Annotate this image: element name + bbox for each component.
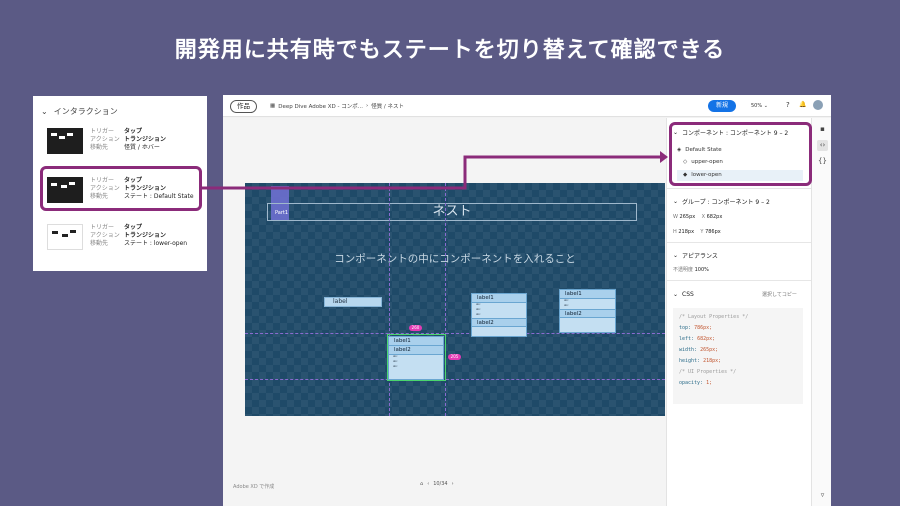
guide-line [245, 379, 665, 380]
interaction-heading[interactable]: ⌄ インタラクション [41, 106, 118, 117]
zoom-select[interactable]: 50% ⌄ [751, 103, 768, 109]
comment-icon[interactable]: ▪ [817, 124, 828, 135]
group-section-title[interactable]: ⌄ グループ : コンポーネント 9 – 2 [673, 197, 770, 206]
size-row: W 265px X 682px [673, 214, 723, 220]
guide-line [445, 183, 446, 416]
breadcrumb: ▦ Deep Dive Adobe XD - コンポ... › 怪質 / ネスト [270, 103, 405, 110]
chevron-down-icon: ⌄ [41, 107, 48, 116]
help-icon[interactable]: ? [786, 101, 790, 109]
label-component[interactable]: label [324, 297, 382, 307]
css-code-block[interactable]: /* Layout Properties */ top: 786px; left… [673, 308, 803, 404]
artboard-nest[interactable]: ネスト Part1 コンポーネントの中にコンポーネントを入れること label … [245, 183, 665, 416]
guide-line [389, 183, 390, 416]
avatar[interactable] [813, 100, 823, 110]
code-icon[interactable]: ‹› [817, 140, 828, 151]
slide-title: 開発用に共有時でもステートを切り替えて確認できる [174, 38, 726, 63]
part-label: Part1 [275, 210, 289, 216]
position-row: H 218px Y 786px [673, 229, 721, 235]
top-toolbar: 作品 ▦ Deep Dive Adobe XD - コンポ... › 怪質 / … [223, 95, 831, 117]
next-page-button[interactable]: › [452, 481, 454, 487]
page-counter: 10/34 [433, 481, 448, 487]
x-value: 682px [706, 214, 723, 220]
filter-icon[interactable]: ▿ [817, 490, 828, 501]
inspector-rail: ▪ ‹› {} ▿ [811, 118, 831, 506]
highlight-frame-states [669, 122, 812, 186]
interaction-item-1[interactable]: トリガー アクション 移動先 タップ トランジション 怪質 / ホバー [47, 128, 207, 168]
prev-page-button[interactable]: ‹ [427, 481, 429, 487]
interaction-thumbnail [47, 224, 83, 250]
appearance-section-title[interactable]: ⌄ アピアランス [673, 251, 718, 260]
chevron-down-icon: ⌄ [673, 291, 679, 298]
artboard-title: ネスト [267, 203, 637, 221]
selection-outline [387, 334, 446, 381]
height-value: 218px [678, 229, 695, 235]
css-section-title[interactable]: ⌄ CSS [673, 291, 694, 298]
bell-icon[interactable]: 🔔 [799, 101, 806, 108]
chevron-down-icon: ⌄ [673, 198, 679, 205]
home-icon[interactable]: ⌂ [420, 481, 423, 487]
grid-icon[interactable]: ▦ [270, 103, 275, 109]
prototype-canvas: ネスト Part1 コンポーネントの中にコンポーネントを入れること label … [223, 118, 666, 506]
measure-badge: 205 [448, 354, 461, 360]
home-button[interactable]: 作品 [230, 100, 257, 113]
width-value: 265px [679, 214, 696, 220]
made-with-adobe-xd: Adobe XD で作成 [233, 484, 275, 490]
artboard-subtitle: コンポーネントの中にコンポーネントを入れること [334, 253, 576, 265]
y-value: 786px [705, 229, 721, 235]
measure-badge: 260 [409, 325, 422, 331]
page-navigation: ⌂ ‹ 10/34 › [420, 481, 454, 487]
opacity-value: 100% [694, 267, 709, 273]
chevron-right-icon: › [365, 103, 369, 109]
dropdown-component[interactable]: label1 abc abc label2 [559, 289, 616, 333]
highlight-frame-interaction [40, 166, 202, 211]
interaction-thumbnail [47, 128, 83, 154]
chevron-down-icon: ⌄ [673, 252, 679, 259]
braces-icon[interactable]: {} [817, 156, 828, 167]
interaction-item-3[interactable]: トリガー アクション 移動先 タップ トランジション ステート : lower-… [47, 224, 207, 264]
guide-line [245, 333, 665, 334]
opacity-row: 不透明度 100% [673, 267, 709, 273]
css-copy-link[interactable]: 選択してコピー [762, 291, 797, 298]
dropdown-component[interactable]: label1 abc abc abc label2 [471, 293, 527, 337]
share-button[interactable]: 新規 [708, 100, 736, 112]
